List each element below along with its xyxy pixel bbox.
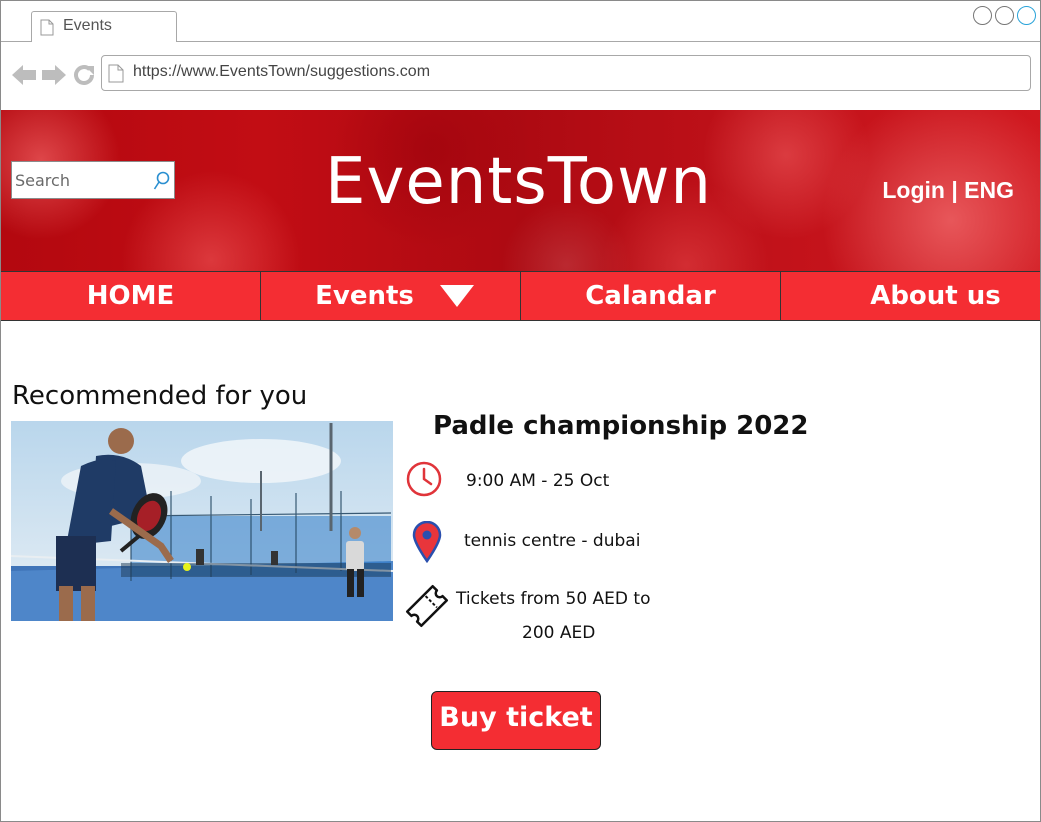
event-location: tennis centre - dubai: [464, 531, 641, 551]
page-icon: [40, 19, 54, 36]
window-controls: [973, 6, 1036, 25]
caret-down-icon: [439, 285, 474, 307]
ticket-icon: [405, 584, 449, 628]
recommended-heading: Recommended for you: [12, 381, 308, 411]
browser-tab[interactable]: Events: [31, 11, 177, 42]
hero-banner: EventsTown Login | ENG: [1, 110, 1040, 271]
buy-ticket-label: Buy ticket: [439, 702, 593, 733]
url-field[interactable]: https://www.EventsTown/suggestions.com: [101, 55, 1031, 91]
event-photo[interactable]: [11, 421, 393, 621]
nav-calendar-label: Calandar: [585, 281, 716, 311]
nav-home[interactable]: HOME: [1, 272, 261, 320]
event-title[interactable]: Padle championship 2022: [433, 411, 809, 441]
tab-bar: Events: [1, 1, 1040, 42]
nav-events-label: Events: [315, 281, 414, 311]
back-arrow-icon[interactable]: [11, 64, 37, 86]
page-icon: [108, 64, 124, 83]
nav-about[interactable]: About us: [781, 272, 1040, 320]
location-pin-icon: [412, 521, 442, 563]
ticket-price-line2: 200 AED: [522, 623, 596, 643]
event-time: 9:00 AM - 25 Oct: [466, 471, 610, 491]
nav-about-label: About us: [870, 281, 1001, 311]
tab-title: Events: [63, 17, 112, 34]
minimize-button[interactable]: [973, 6, 992, 25]
url-text: https://www.EventsTown/suggestions.com: [133, 63, 431, 80]
main-nav: HOME Events Calandar About us: [1, 271, 1040, 321]
nav-events[interactable]: Events: [261, 272, 521, 320]
ticket-price-line1: Tickets from 50 AED to: [456, 589, 651, 609]
close-button[interactable]: [1017, 6, 1036, 25]
forward-arrow-icon[interactable]: [41, 64, 67, 86]
brand-title: EventsTown: [325, 145, 712, 219]
nav-calendar[interactable]: Calandar: [521, 272, 781, 320]
address-bar-area: https://www.EventsTown/suggestions.com: [1, 42, 1040, 110]
clock-icon: [406, 461, 442, 497]
nav-home-label: HOME: [86, 281, 175, 311]
login-language-link[interactable]: Login | ENG: [882, 177, 1014, 204]
buy-ticket-button[interactable]: Buy ticket: [431, 691, 601, 750]
maximize-button[interactable]: [995, 6, 1014, 25]
browser-window: Events https://www.EventsTown/suggestion…: [0, 0, 1041, 822]
reload-icon[interactable]: [72, 63, 96, 87]
